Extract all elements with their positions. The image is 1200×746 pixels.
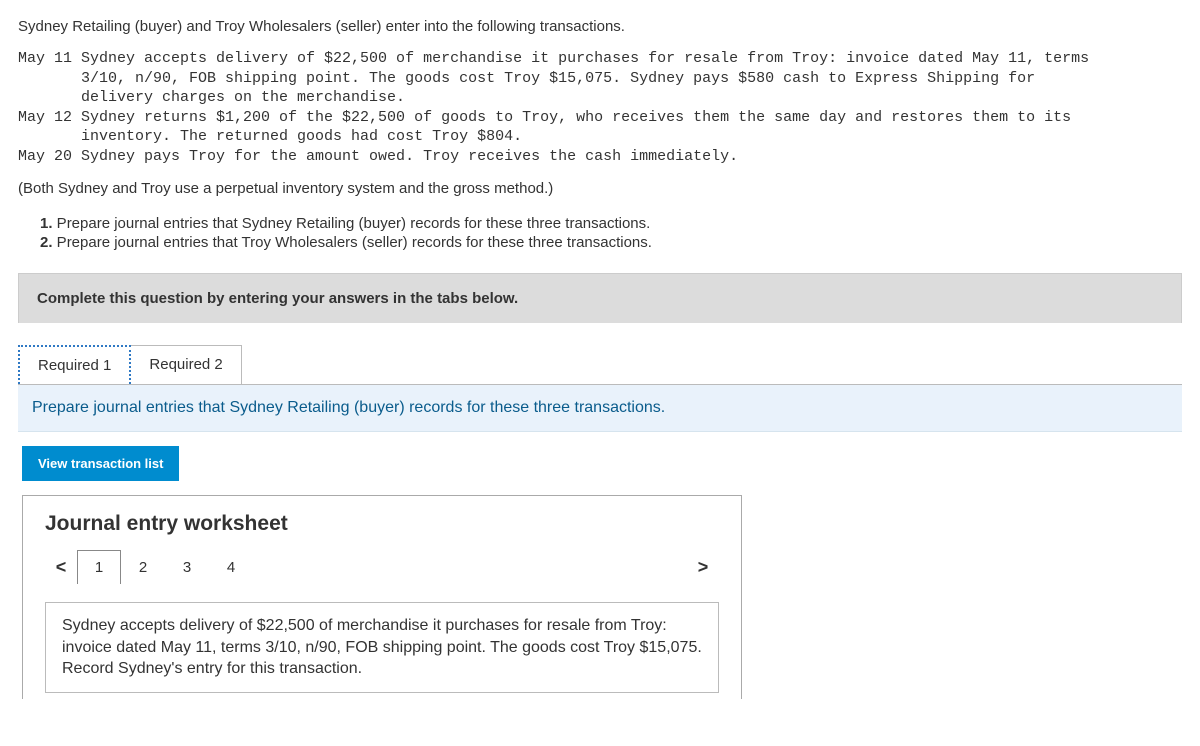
req1-text: Prepare journal entries that Sydney Reta… — [53, 215, 651, 232]
next-entry-icon[interactable]: > — [687, 550, 719, 584]
view-transaction-list-button[interactable]: View transaction list — [22, 446, 179, 481]
entry-description: Sydney accepts delivery of $22,500 of me… — [45, 602, 719, 693]
req2-text: Prepare journal entries that Troy Wholes… — [53, 234, 652, 251]
req1-num: 1. — [40, 215, 53, 232]
entry-page-4[interactable]: 4 — [209, 550, 253, 584]
requirements-list: 1. Prepare journal entries that Sydney R… — [40, 215, 1182, 251]
journal-entry-worksheet: Journal entry worksheet < 1 2 3 4 > Sydn… — [22, 495, 742, 699]
tab-required-2[interactable]: Required 2 — [130, 345, 241, 384]
tabs-instruction: Complete this question by entering your … — [18, 273, 1182, 323]
req2-num: 2. — [40, 234, 53, 251]
transactions-block: May 11 Sydney accepts delivery of $22,50… — [18, 49, 1182, 166]
entry-page-3[interactable]: 3 — [165, 550, 209, 584]
intro-text: Sydney Retailing (buyer) and Troy Wholes… — [18, 18, 1182, 35]
note-text: (Both Sydney and Troy use a perpetual in… — [18, 180, 1182, 197]
requirement-1: 1. Prepare journal entries that Sydney R… — [40, 215, 1182, 232]
requirement-2: 2. Prepare journal entries that Troy Who… — [40, 234, 1182, 251]
entry-page-1[interactable]: 1 — [77, 550, 121, 584]
tabs-row: Required 1 Required 2 — [18, 345, 1182, 385]
entry-pager: < 1 2 3 4 > — [45, 550, 719, 584]
tab-content: Prepare journal entries that Sydney Reta… — [18, 385, 1182, 432]
entry-page-2[interactable]: 2 — [121, 550, 165, 584]
prev-entry-icon[interactable]: < — [45, 550, 77, 584]
worksheet-title: Journal entry worksheet — [45, 512, 719, 536]
tab-required-1[interactable]: Required 1 — [18, 345, 131, 384]
